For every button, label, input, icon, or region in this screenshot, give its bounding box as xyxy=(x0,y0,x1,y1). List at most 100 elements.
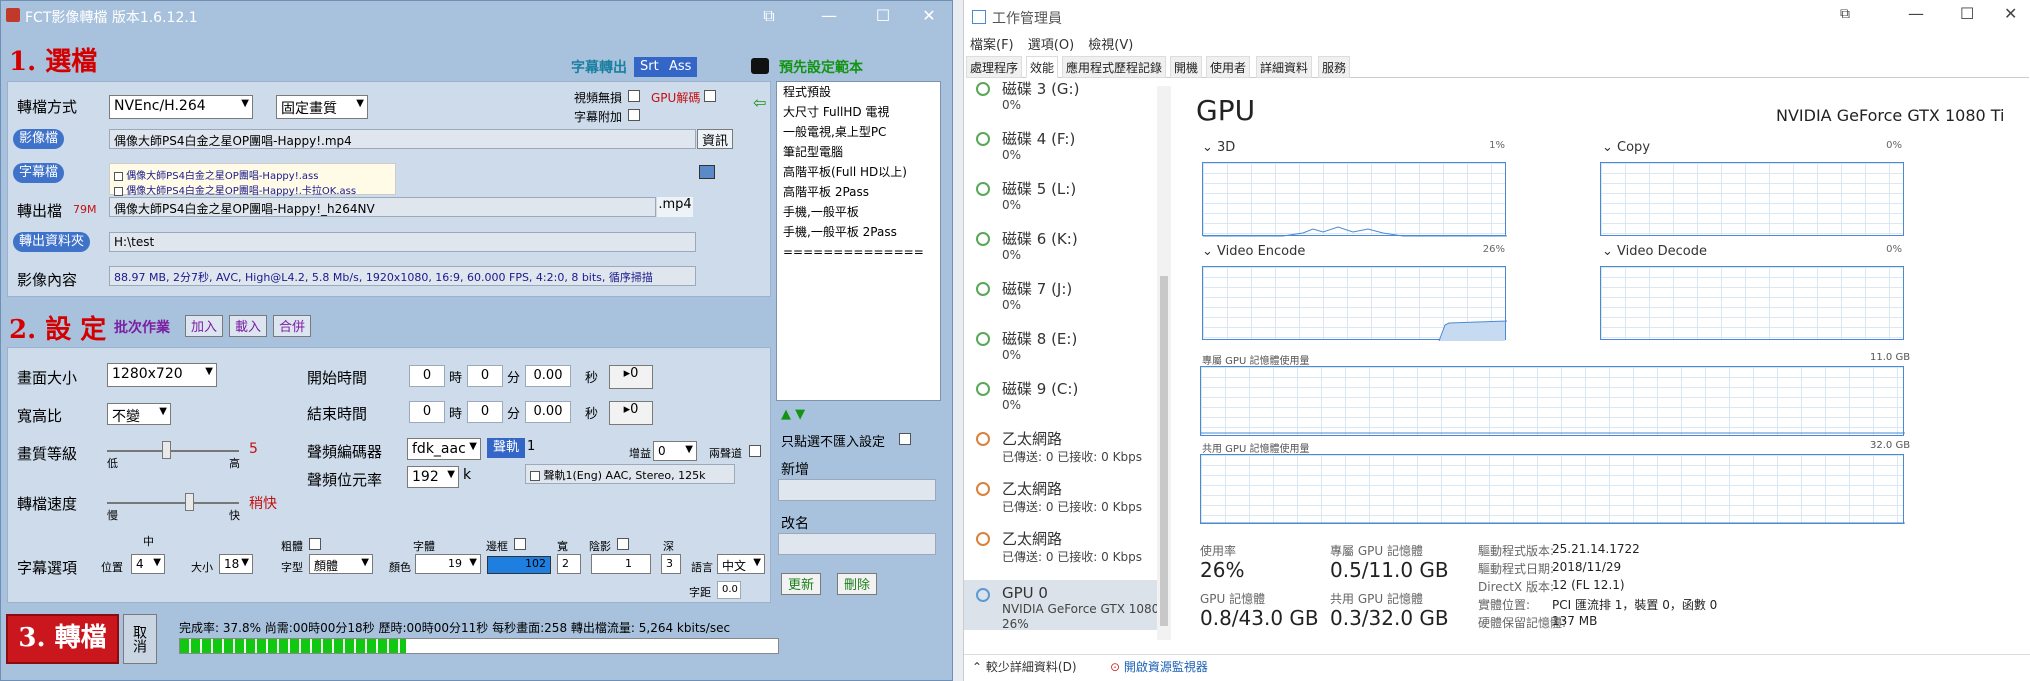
video-file-field[interactable]: 偶像大師PS4白金之星OP團唱-Happy!.mp4 xyxy=(109,129,696,149)
sidebar-item[interactable]: 乙太網路 已傳送: 0 已接收: 0 Kbps xyxy=(964,524,1157,574)
up-down-arrows-icon[interactable]: ▲ ▼ xyxy=(781,407,805,422)
chat-icon[interactable] xyxy=(751,58,769,74)
border-checkbox[interactable] xyxy=(514,538,526,550)
list-item[interactable]: 偶像大師PS4白金之星OP團唱-Happy!.ass xyxy=(114,167,318,182)
end-minute-input[interactable]: 0 xyxy=(467,401,503,423)
font-size-select[interactable]: 18 ▼ xyxy=(219,554,253,574)
start-minute-input[interactable]: 0 xyxy=(467,365,503,387)
menu-options[interactable]: 選項(O) xyxy=(1028,38,1074,53)
close-button[interactable]: ✕ xyxy=(909,3,949,29)
sidebar-item[interactable]: 磁碟 6 (K:) 0% xyxy=(964,224,1157,274)
preset-item[interactable]: 程式預設 xyxy=(777,82,940,102)
speed-slider-thumb[interactable] xyxy=(185,493,194,511)
spacing-input[interactable]: 0.0 xyxy=(717,581,741,599)
delete-button[interactable]: 刪除 xyxy=(837,573,877,595)
merge-button[interactable]: 合併 xyxy=(273,315,311,337)
tab-services[interactable]: 服務 xyxy=(1318,56,1351,78)
menu-view[interactable]: 檢視(V) xyxy=(1088,38,1133,53)
depth-select[interactable]: 3 xyxy=(661,554,681,574)
convert-mode-select[interactable]: NVEnc/H.264 ▼ xyxy=(109,95,253,119)
frame-size-select[interactable]: 1280x720 ▼ xyxy=(107,363,217,387)
maximize-button[interactable]: ☐ xyxy=(863,3,903,29)
arrow-left-icon[interactable]: ⇦ xyxy=(753,93,766,112)
speed-slider[interactable] xyxy=(107,502,239,504)
preset-item[interactable]: 手機,一般平板 xyxy=(777,202,940,222)
audio-track-button[interactable]: 聲軌 xyxy=(487,438,526,458)
start-second-input[interactable]: 0.00 xyxy=(525,365,571,387)
preset-item[interactable]: 筆記型電腦 xyxy=(777,142,940,162)
info-button[interactable]: 資訊 xyxy=(697,129,733,149)
cancel-button[interactable]: 取消 xyxy=(123,614,157,664)
start-hour-input[interactable]: 0 xyxy=(409,365,445,387)
new-preset-input[interactable] xyxy=(778,479,936,501)
minimize-button[interactable]: — xyxy=(809,3,849,29)
menu-file[interactable]: 檔案(F) xyxy=(970,38,1014,53)
update-button[interactable]: 更新 xyxy=(781,573,821,595)
preset-item[interactable]: 大尺寸 FullHD 電視 xyxy=(777,102,940,122)
sidebar-item[interactable]: 磁碟 7 (J:) 0% xyxy=(964,274,1157,324)
subtitle-file-button[interactable]: 字幕檔 xyxy=(13,163,65,183)
end-second-input[interactable]: 0.00 xyxy=(525,401,571,423)
tab-users[interactable]: 使用者 xyxy=(1206,56,1251,78)
quality-mode-select[interactable]: 固定畫質 ▼ xyxy=(276,95,368,119)
bold-checkbox[interactable] xyxy=(309,538,321,550)
output-file-field[interactable]: 偶像大師PS4白金之星OP團唱-Happy!_h264NV xyxy=(109,197,656,217)
close-button[interactable]: ✕ xyxy=(2004,4,2017,23)
output-ext[interactable]: .mp4 xyxy=(657,197,693,217)
add-button[interactable]: 加入 xyxy=(185,315,223,337)
aspect-select[interactable]: 不變 ▼ xyxy=(107,403,171,425)
audio-track-checkbox[interactable] xyxy=(530,471,540,481)
snap-icon[interactable]: ⧉ xyxy=(749,3,789,29)
open-resource-monitor-link[interactable]: ⊙ 開啟資源監視器 xyxy=(1110,658,1208,675)
output-folder-field[interactable]: H:\test xyxy=(109,232,696,252)
graph-copy-label[interactable]: ⌄ Copy xyxy=(1602,140,1650,155)
sidebar-item[interactable]: 磁碟 9 (C:) 0% xyxy=(964,374,1157,424)
gpu-decode-checkbox[interactable] xyxy=(704,90,716,102)
sidebar-item[interactable]: 乙太網路 已傳送: 0 已接收: 0 Kbps xyxy=(964,474,1157,524)
preset-item[interactable]: 手機,一般平板 2Pass xyxy=(777,222,940,242)
subtitle-attach-checkbox[interactable] xyxy=(628,109,640,121)
gain-select[interactable]: 0 ▼ xyxy=(653,441,697,461)
audio-bitrate-select[interactable]: 192 ▼ xyxy=(407,466,459,488)
subtitle-checkbox[interactable] xyxy=(114,186,123,196)
sidebar-item[interactable]: 磁碟 5 (L:) 0% xyxy=(964,174,1157,224)
preset-item[interactable]: 一般電視,桌上型PC xyxy=(777,122,940,142)
maximize-button[interactable]: ☐ xyxy=(1960,4,1974,23)
position-select[interactable]: 4 ▼ xyxy=(131,554,165,574)
sidebar-item-gpu0[interactable]: GPU 0 NVIDIA GeForce GTX 1080 26% xyxy=(964,580,1159,631)
shadow-select[interactable]: 1 xyxy=(591,554,651,574)
sidebar-item[interactable]: 磁碟 3 (G:) 0% xyxy=(964,74,1157,124)
scrollbar-thumb[interactable] xyxy=(1160,276,1168,626)
color-select[interactable]: 19 ▼ xyxy=(415,554,481,574)
rename-input[interactable] xyxy=(778,533,936,555)
video-file-button[interactable]: 影像檔 xyxy=(13,129,65,149)
fewer-details-link[interactable]: ⌃ 較少詳細資料(D) xyxy=(972,658,1077,675)
tab-startup[interactable]: 開機 xyxy=(1170,56,1203,78)
graph-3d-label[interactable]: ⌄ 3D xyxy=(1202,140,1235,155)
sidebar-scrollbar[interactable] xyxy=(1157,86,1171,640)
video-lossless-checkbox[interactable] xyxy=(628,90,640,102)
width-select[interactable]: 2 xyxy=(557,554,581,574)
quality-slider-thumb[interactable] xyxy=(162,441,171,459)
minimize-button[interactable]: — xyxy=(1908,4,1924,23)
font-select[interactable]: 顏體 ▼ xyxy=(309,554,373,574)
only-preset-checkbox[interactable] xyxy=(899,433,911,445)
dual-channel-checkbox[interactable] xyxy=(749,445,761,457)
start-reset-button[interactable]: ▸0 xyxy=(609,365,653,389)
sidebar-item[interactable]: 磁碟 4 (F:) 0% xyxy=(964,124,1157,174)
quality-slider[interactable] xyxy=(107,450,239,452)
tab-details[interactable]: 詳細資料 xyxy=(1256,56,1313,78)
preset-item[interactable]: 高階平板 2Pass xyxy=(777,182,940,202)
ass-button[interactable]: Ass xyxy=(663,57,698,77)
convert-button[interactable]: 3. 轉檔 xyxy=(6,614,119,664)
sidebar-item[interactable]: 乙太網路 已傳送: 0 已接收: 0 Kbps xyxy=(964,424,1157,474)
subtitle-checkbox[interactable] xyxy=(114,171,123,181)
language-select[interactable]: 中文 ▼ xyxy=(717,554,765,574)
preset-item[interactable]: 高階平板(Full HD以上) xyxy=(777,162,940,182)
srt-button[interactable]: Srt xyxy=(634,57,665,77)
image-icon[interactable] xyxy=(699,165,715,179)
end-reset-button[interactable]: ▸0 xyxy=(609,401,653,425)
border-color-select[interactable]: 102 xyxy=(487,556,551,574)
end-hour-input[interactable]: 0 xyxy=(409,401,445,423)
load-button[interactable]: 載入 xyxy=(229,315,267,337)
